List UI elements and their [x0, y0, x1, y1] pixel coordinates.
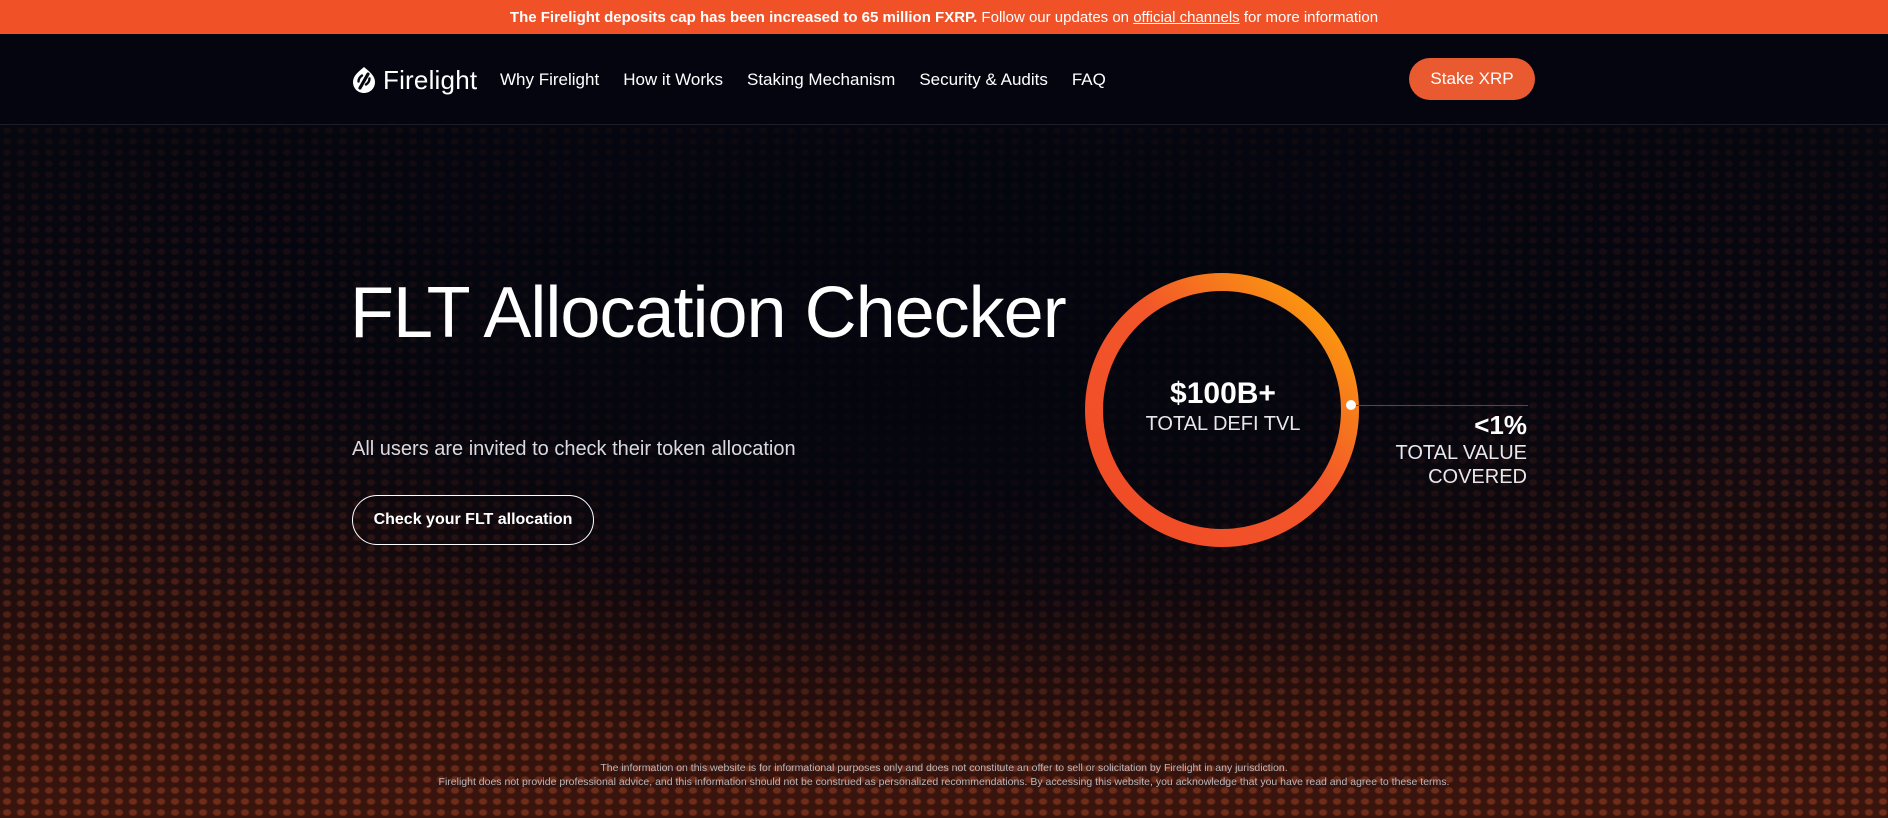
nav-link-how-it-works[interactable]: How it Works — [623, 70, 723, 90]
page-title: FLT Allocation Checker — [350, 273, 1067, 353]
tvl-stat: $100B+ TOTAL DEFI TVL — [1085, 376, 1361, 436]
navbar: Firelight Why Firelight How it Works Sta… — [0, 34, 1888, 125]
nav-links: Why Firelight How it Works Staking Mecha… — [500, 68, 1106, 92]
nav-link-staking-mechanism[interactable]: Staking Mechanism — [747, 70, 895, 90]
nav-link-why-firelight[interactable]: Why Firelight — [500, 70, 599, 90]
coverage-value: <1% — [1474, 410, 1527, 440]
coverage-stat: <1% TOTAL VALUE COVERED — [1370, 409, 1527, 489]
logo[interactable]: Firelight — [351, 63, 477, 97]
flame-icon — [351, 66, 377, 94]
announcement-bar: The Firelight deposits cap has been incr… — [0, 0, 1888, 34]
stake-xrp-button[interactable]: Stake XRP — [1409, 58, 1535, 100]
coverage-label-line1: TOTAL VALUE — [1395, 442, 1527, 464]
check-allocation-button[interactable]: Check your FLT allocation — [352, 495, 594, 545]
stat-connector-dot — [1346, 400, 1356, 410]
hero-vignette — [0, 125, 1888, 818]
disclaimer-line-1: The information on this website is for i… — [600, 762, 1288, 774]
official-channels-link[interactable]: official channels — [1133, 9, 1239, 26]
hero-subtitle: All users are invited to check their tok… — [352, 438, 796, 460]
disclaimer-line-2: Firelight does not provide professional … — [438, 776, 1450, 788]
announcement-tail-text: for more information — [1239, 8, 1379, 26]
tvl-label: TOTAL DEFI TVL — [1145, 413, 1301, 435]
announcement-bold-text: The Firelight deposits cap has been incr… — [509, 8, 978, 26]
coverage-label-line2: COVERED — [1428, 466, 1527, 488]
tvl-value: $100B+ — [1170, 377, 1276, 410]
nav-link-security-audits[interactable]: Security & Audits — [919, 70, 1048, 90]
nav-link-faq[interactable]: FAQ — [1072, 70, 1106, 90]
announcement-follow-text: Follow our updates on — [977, 8, 1134, 26]
disclaimer: The information on this website is for i… — [0, 761, 1888, 789]
logo-text: Firelight — [383, 64, 478, 95]
stat-connector-line — [1356, 405, 1528, 406]
